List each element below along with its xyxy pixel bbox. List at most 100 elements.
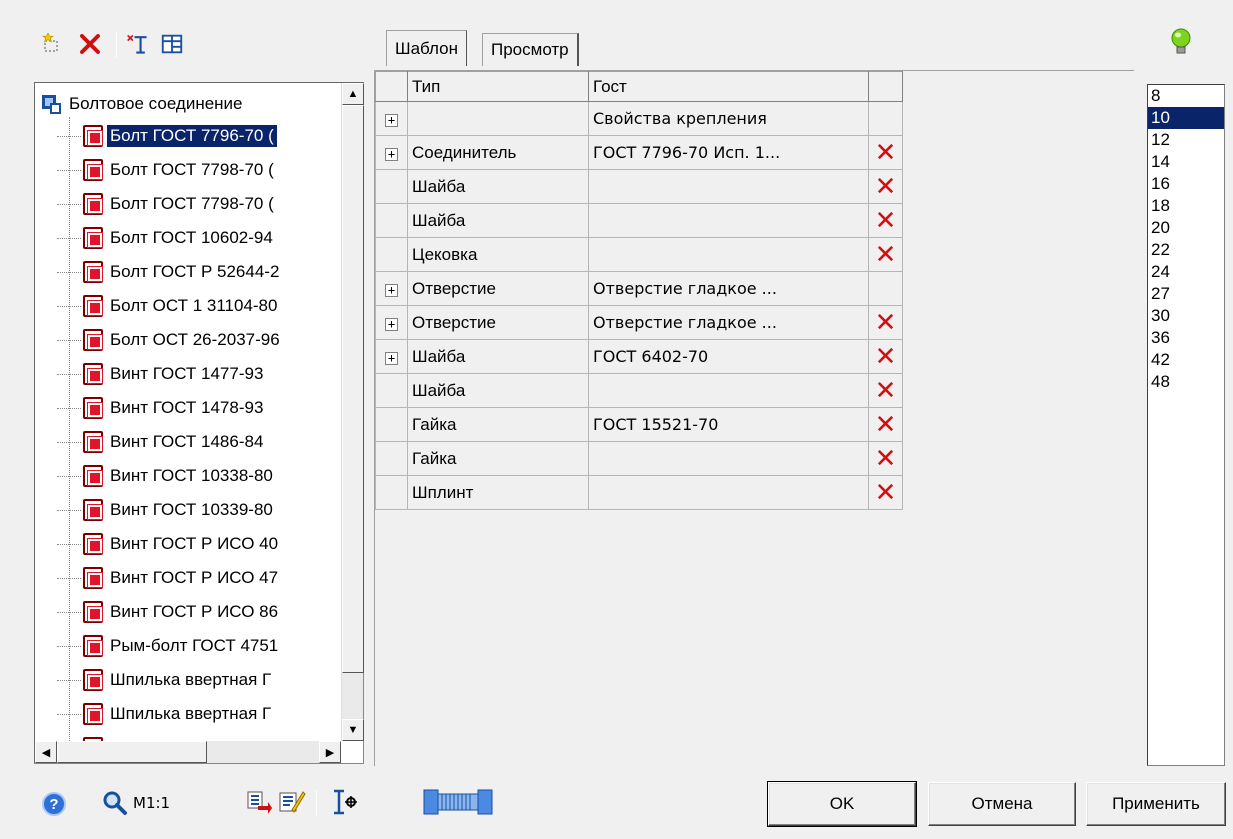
help-icon[interactable]: ?	[42, 792, 66, 816]
size-option[interactable]: 42	[1148, 349, 1224, 371]
tree-item[interactable]: Болт ГОСТ 10602-94	[57, 221, 276, 255]
tree-vertical-scrollbar[interactable]: ▲ ▼	[341, 83, 364, 741]
scroll-down-button[interactable]: ▼	[342, 719, 364, 741]
delete-row-icon[interactable]: ✕	[875, 172, 897, 202]
lightbulb-icon[interactable]	[1170, 28, 1192, 63]
tree-item[interactable]: Винт ГОСТ 1478-93	[57, 391, 266, 425]
tab-template[interactable]: Шаблон	[386, 30, 467, 66]
tree-item[interactable]: Винт ГОСТ 1477-93	[57, 357, 266, 391]
grid-row[interactable]: Шайба ✕	[375, 169, 903, 204]
size-option[interactable]: 24	[1148, 261, 1224, 283]
delete-row-icon[interactable]: ✕	[875, 410, 897, 440]
grid-cell-type[interactable]: Отверстие	[407, 305, 589, 340]
tree-item[interactable]: Болт ОСТ 26-2037-96	[57, 323, 283, 357]
size-option[interactable]: 48	[1148, 371, 1224, 393]
tree-root[interactable]: Болтовое соединение	[41, 89, 243, 119]
insert-text-icon[interactable]	[126, 32, 150, 56]
grid-cell-gost[interactable]	[588, 203, 869, 238]
grid-cell-expand[interactable]: +	[375, 101, 408, 136]
grid-cell-action[interactable]: ✕	[868, 203, 903, 238]
grid-row[interactable]: Цековка ✕	[375, 237, 903, 272]
delete-row-icon[interactable]: ✕	[875, 376, 897, 406]
tree-item[interactable]: Винт ГОСТ 1486-84	[57, 425, 266, 459]
tree-horizontal-scrollbar[interactable]: ◀ ▶	[35, 741, 341, 763]
tree-item[interactable]: Шпилька ввертная Г	[57, 663, 274, 697]
expand-plus-icon[interactable]: +	[385, 351, 398, 365]
grid-row[interactable]: Гайка ✕	[375, 441, 903, 476]
grid-header-type[interactable]: Тип	[407, 71, 589, 102]
grid-row[interactable]: + Соединитель ГОСТ 7796-70 Исп. 1... ✕	[375, 135, 903, 170]
scroll-left-button[interactable]: ◀	[35, 741, 57, 763]
grid-row[interactable]: + Шайба ГОСТ 6402-70 ✕	[375, 339, 903, 374]
delete-row-icon[interactable]: ✕	[875, 206, 897, 236]
grid-cell-gost[interactable]: Свойства крепления	[588, 101, 869, 136]
tree-item[interactable]: Болт ГОСТ 7798-70 (	[57, 187, 277, 221]
delete-row-icon[interactable]: ✕	[875, 444, 897, 474]
apply-button[interactable]: Применить	[1086, 782, 1226, 826]
grid-cell-gost[interactable]: Отверстие гладкое ...	[588, 271, 869, 306]
grid-cell-type[interactable]: Шайба	[407, 373, 589, 408]
size-option[interactable]: 18	[1148, 195, 1224, 217]
grid-cell-gost[interactable]	[588, 475, 869, 510]
grid-row[interactable]: Шайба ✕	[375, 203, 903, 238]
grid-cell-action[interactable]: ✕	[868, 305, 903, 340]
grid-cell-type[interactable]: Шплинт	[407, 475, 589, 510]
grid-cell-expand[interactable]: +	[375, 339, 408, 374]
grid-cell-expand[interactable]: +	[375, 271, 408, 306]
delete-row-icon[interactable]: ✕	[875, 478, 897, 508]
grid-cell-gost[interactable]	[588, 237, 869, 272]
tree-item[interactable]: Винт ГОСТ Р ИСО 40	[57, 527, 281, 561]
grid-row[interactable]: + Отверстие Отверстие гладкое ... ✕	[375, 305, 903, 340]
tree-item[interactable]: Винт ГОСТ 10338-80	[57, 459, 276, 493]
grid-cell-gost[interactable]: ГОСТ 15521-70	[588, 407, 869, 442]
grid-cell-type[interactable]: Шайба	[407, 339, 589, 374]
grid-cell-gost[interactable]: Отверстие гладкое ...	[588, 305, 869, 340]
tab-preview[interactable]: Просмотр	[482, 33, 579, 66]
grid-cell-action[interactable]: ✕	[868, 407, 903, 442]
grid-cell-expand[interactable]: +	[375, 305, 408, 340]
grid-cell-type[interactable]: Отверстие	[407, 271, 589, 306]
grid-cell-action[interactable]: ✕	[868, 237, 903, 272]
tree-item[interactable]: Болт ГОСТ Р 52644-2	[57, 255, 282, 289]
grid-cell-gost[interactable]	[588, 441, 869, 476]
grid-cell-type[interactable]: Цековка	[407, 237, 589, 272]
size-option[interactable]: 27	[1148, 283, 1224, 305]
size-option[interactable]: 8	[1148, 85, 1224, 107]
grid-cell-gost[interactable]	[588, 373, 869, 408]
expand-plus-icon[interactable]: +	[385, 113, 398, 127]
expand-plus-icon[interactable]: +	[385, 283, 398, 297]
size-option[interactable]: 20	[1148, 217, 1224, 239]
grid-cell-expand[interactable]: +	[375, 135, 408, 170]
grid-cell-action[interactable]: ✕	[868, 339, 903, 374]
component-tree[interactable]: Болтовое соединение Болт ГОСТ 7796-70 (Б…	[34, 82, 364, 764]
grid-row[interactable]: Гайка ГОСТ 15521-70 ✕	[375, 407, 903, 442]
tree-item[interactable]: Шпилька ввертная Г	[57, 697, 274, 731]
grid-cell-action[interactable]: ✕	[868, 373, 903, 408]
expand-plus-icon[interactable]: +	[385, 317, 398, 331]
vertical-scroll-thumb[interactable]	[342, 105, 364, 673]
grid-cell-action[interactable]: ✕	[868, 135, 903, 170]
tree-item[interactable]: Болт ОСТ 1 31104-80	[57, 289, 280, 323]
grid-header-gost[interactable]: Гост	[588, 71, 869, 102]
tree-item[interactable]: Шпилька стяжная ГО	[57, 731, 279, 741]
grid-cell-type[interactable]: Соединитель	[407, 135, 589, 170]
edit-properties-icon[interactable]	[278, 788, 306, 821]
new-item-icon[interactable]	[40, 32, 64, 56]
tree-item[interactable]: Болт ГОСТ 7798-70 (	[57, 153, 277, 187]
cancel-button[interactable]: Отмена	[928, 782, 1076, 826]
scroll-right-button[interactable]: ▶	[319, 741, 341, 763]
horizontal-scroll-thumb[interactable]	[57, 741, 207, 763]
tree-item[interactable]: Болт ГОСТ 7796-70 (	[57, 119, 278, 153]
grid-cell-type[interactable]: Шайба	[407, 203, 589, 238]
grid-row[interactable]: Шплинт ✕	[375, 475, 903, 510]
grid-row[interactable]: Шайба ✕	[375, 373, 903, 408]
grid-cell-gost[interactable]: ГОСТ 7796-70 Исп. 1...	[588, 135, 869, 170]
zoom-icon[interactable]	[102, 790, 128, 821]
size-option[interactable]: 36	[1148, 327, 1224, 349]
delete-row-icon[interactable]: ✕	[875, 240, 897, 270]
ok-button[interactable]: OK	[767, 781, 917, 827]
bolt-preview-icon[interactable]	[422, 786, 494, 823]
tree-item[interactable]: Рым-болт ГОСТ 4751	[57, 629, 281, 663]
grid-cell-action[interactable]: ✕	[868, 441, 903, 476]
delete-row-icon[interactable]: ✕	[875, 138, 897, 168]
